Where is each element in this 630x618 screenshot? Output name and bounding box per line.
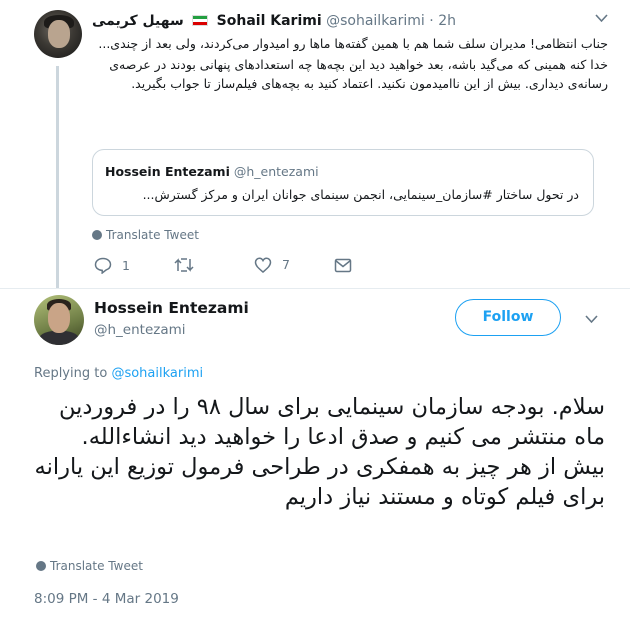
like-button[interactable]: 7 xyxy=(254,257,290,273)
display-name[interactable]: Hossein Entezami xyxy=(94,299,249,317)
tweet-time[interactable]: 2h xyxy=(438,13,456,29)
avatar[interactable] xyxy=(34,10,82,58)
quoted-name: Hossein Entezami xyxy=(105,164,230,179)
parent-tweet[interactable]: سهیل کریمی Sohail Karimi @sohailkarimi ·… xyxy=(0,0,630,288)
user-handle[interactable]: @h_entezami xyxy=(94,322,186,338)
quoted-tweet[interactable]: Hossein Entezami @h_entezami در تحول ساخ… xyxy=(92,149,594,216)
tweet-paragraph: جناب انتظامی! مدیران سلف شما هم با همین … xyxy=(98,36,608,51)
quoted-tweet-header: Hossein Entezami @h_entezami xyxy=(105,164,319,179)
translate-tweet-link[interactable]: Translate Tweet xyxy=(92,228,199,242)
translate-label: Translate Tweet xyxy=(50,559,143,573)
message-button[interactable] xyxy=(334,257,352,273)
follow-button[interactable]: Follow xyxy=(455,299,561,336)
retweet-icon xyxy=(174,258,194,272)
like-count: 7 xyxy=(281,257,290,272)
like-icon xyxy=(254,257,272,273)
tweet-timestamp[interactable]: 8:09 PM - 4 Mar 2019 xyxy=(34,591,179,607)
divider xyxy=(0,288,630,289)
retweet-button[interactable] xyxy=(174,257,194,273)
translate-tweet-link[interactable]: Translate Tweet xyxy=(36,559,143,573)
user-handle[interactable]: @sohailkarimi xyxy=(326,13,425,29)
quoted-handle: @h_entezami xyxy=(233,164,319,179)
tweet-paragraph: بیش از هر چیز به همفکری در طراحی فرمول ت… xyxy=(34,454,605,510)
reply-count: 1 xyxy=(121,258,130,273)
chevron-down-icon[interactable] xyxy=(595,12,608,27)
replying-prefix: Replying to xyxy=(34,366,108,381)
display-name-fa[interactable]: سهیل کریمی xyxy=(92,13,184,29)
parent-tweet-header: سهیل کریمی Sohail Karimi @sohailkarimi ·… xyxy=(92,12,456,30)
reply-button[interactable]: 1 xyxy=(94,257,130,275)
parent-tweet-text: جناب انتظامی! مدیران سلف شما هم با همین … xyxy=(90,34,608,95)
tweet-paragraph: سلام. بودجه سازمان سینمایی برای سال ۹۸ ر… xyxy=(58,394,605,450)
main-tweet-text: سلام. بودجه سازمان سینمایی برای سال ۹۸ ر… xyxy=(30,392,605,512)
display-name-en[interactable]: Sohail Karimi xyxy=(217,13,322,29)
translate-label: Translate Tweet xyxy=(106,228,199,242)
globe-icon xyxy=(92,230,102,240)
replying-to: Replying to @sohailkarimi xyxy=(34,366,203,381)
avatar[interactable] xyxy=(34,295,84,345)
quoted-text: در تحول ساختار #سازمان_سینمایی، انجمن سی… xyxy=(142,187,579,202)
separator-dot: · xyxy=(429,13,434,29)
globe-icon xyxy=(36,561,46,571)
message-icon xyxy=(334,258,352,273)
chevron-down-icon[interactable] xyxy=(585,313,598,328)
iran-flag-icon xyxy=(192,15,209,26)
tweet-actions: 1 7 xyxy=(94,257,364,277)
replying-handle-link[interactable]: @sohailkarimi xyxy=(111,366,203,381)
reply-icon xyxy=(94,257,112,275)
tweet-paragraph: خدا کنه همینی که می‌گید باشه، بعد خواهید… xyxy=(109,57,608,91)
